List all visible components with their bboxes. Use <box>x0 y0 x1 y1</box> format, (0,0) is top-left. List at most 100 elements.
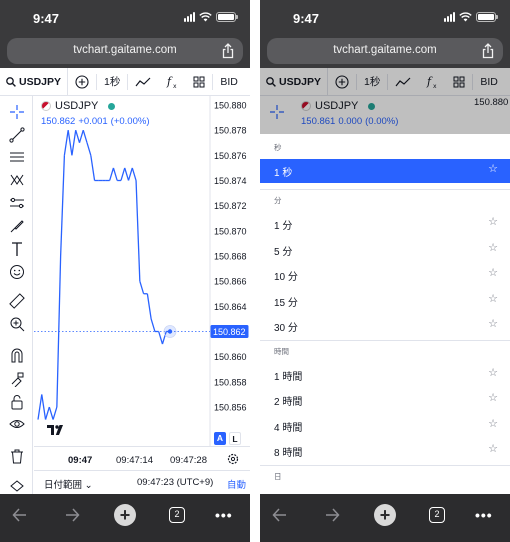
wifi-icon <box>199 12 212 22</box>
price-line-segment <box>135 180 141 282</box>
symbol-search-button[interactable]: USDJPY <box>0 67 69 96</box>
interval-option[interactable]: 10 分 ☆ <box>260 263 510 287</box>
favorite-star-icon[interactable]: ☆ <box>488 442 498 455</box>
emoji-icon[interactable] <box>9 264 25 280</box>
favorite-star-icon[interactable]: ☆ <box>488 266 498 279</box>
trash-icon[interactable] <box>9 448 25 464</box>
add-symbol-button[interactable] <box>68 68 96 96</box>
favorite-star-icon[interactable]: ☆ <box>488 241 498 254</box>
layout-button[interactable] <box>186 68 212 96</box>
auto-scale-toggle[interactable]: 自動 <box>227 477 246 491</box>
interval-option[interactable]: 1 秒 ☆ <box>260 159 510 183</box>
market-status-dot <box>108 102 116 110</box>
hide-toolbar-icon[interactable] <box>9 476 25 492</box>
zoom-in-icon[interactable] <box>9 316 25 332</box>
chart-area[interactable]: 150.880 150.878 150.876 150.874 150.872 150.8… <box>34 96 250 446</box>
horizontal-lines-icon[interactable] <box>9 149 25 165</box>
price-axis-label: 150.872 <box>214 201 247 211</box>
trend-line-icon[interactable] <box>9 127 25 143</box>
ruler-icon[interactable] <box>9 293 25 309</box>
share-icon[interactable] <box>481 43 495 59</box>
text-icon[interactable] <box>9 241 25 257</box>
back-arrow-icon[interactable] <box>12 504 28 526</box>
favorite-star-icon[interactable]: ☆ <box>488 292 498 305</box>
price-line-segment <box>146 293 152 320</box>
favorite-star-icon[interactable]: ☆ <box>488 317 498 330</box>
lock-drawing-icon[interactable] <box>9 371 25 387</box>
price-chart[interactable]: 150.880 150.878 150.876 150.874 150.872 150.8… <box>34 96 250 446</box>
browser-chrome: 9:47 tvchart.gaitame.com <box>260 0 510 68</box>
favorite-star-icon[interactable]: ☆ <box>488 417 498 430</box>
share-icon[interactable] <box>221 43 235 59</box>
bottom-info-bar: 日付範囲 ⌄ 09:47:23 (UTC+9) 自動 <box>34 470 250 494</box>
browser-nav-bar: + 2 ••• <box>0 494 250 542</box>
interval-option[interactable]: 5 分 ☆ <box>260 238 510 262</box>
more-menu-button[interactable]: ••• <box>215 504 233 526</box>
new-tab-button[interactable]: + <box>374 504 396 526</box>
interval-option[interactable]: 4 時間 ☆ <box>260 414 510 438</box>
currency-flag-icon <box>41 101 51 111</box>
url-bar[interactable]: tvchart.gaitame.com <box>7 38 243 64</box>
interval-option-label: 8 時間 <box>274 448 303 459</box>
forward-arrow-icon[interactable] <box>64 504 80 526</box>
brush-icon[interactable] <box>9 218 25 234</box>
status-bar: 9:47 <box>260 0 510 34</box>
status-bar: 9:47 <box>0 0 250 34</box>
interval-option[interactable]: 1 分 ☆ <box>260 212 510 236</box>
svg-text:f: f <box>166 75 173 88</box>
price-line-segment <box>109 167 115 181</box>
pattern-icon[interactable] <box>9 172 25 188</box>
interval-button[interactable]: 1秒 <box>97 68 127 96</box>
favorite-star-icon[interactable]: ☆ <box>488 366 498 379</box>
indicators-button[interactable]: fx <box>158 68 186 96</box>
interval-option[interactable]: 15 分 ☆ <box>260 289 510 313</box>
section-title: 秒 <box>274 143 282 152</box>
chart-toolbar: USDJPY 1秒 fx BID <box>0 67 250 96</box>
section-title: 時間 <box>274 346 289 356</box>
interval-option-label: 4 時間 <box>274 422 303 434</box>
interval-option[interactable]: 30 分 ☆ <box>260 314 510 338</box>
price-line-segment <box>112 167 118 181</box>
interval-option[interactable]: 2 時間 ☆ <box>260 388 510 412</box>
time-axis-label: 09:47:14 <box>116 455 153 466</box>
measure-icon[interactable] <box>9 195 25 211</box>
eye-icon[interactable] <box>9 416 25 432</box>
plus-icon: + <box>114 504 136 526</box>
log-scale-button[interactable]: L <box>229 432 241 445</box>
interval-option-label: 10 分 <box>274 272 298 283</box>
phone-chart-view: 9:47 tvchart.gaitame.com USDJPY 1秒 fx BI… <box>0 0 250 542</box>
price-type-button[interactable]: BID <box>213 68 245 96</box>
time-axis-label: 09:47 <box>68 455 93 466</box>
interval-option[interactable]: 1 時間 ☆ <box>260 363 510 387</box>
magnet-icon[interactable] <box>9 347 25 363</box>
timezone-clock[interactable]: 09:47:23 (UTC+9) <box>137 477 213 488</box>
interval-option[interactable]: 8 時間 ☆ <box>260 439 510 463</box>
forward-arrow-icon[interactable] <box>324 504 340 526</box>
tabs-button[interactable]: 2 <box>429 504 445 526</box>
price-line-segment <box>67 130 73 156</box>
favorite-star-icon[interactable]: ☆ <box>488 215 498 228</box>
lock-icon[interactable] <box>9 394 25 410</box>
url-bar[interactable]: tvchart.gaitame.com <box>267 38 503 64</box>
date-range-label: 日付範囲 <box>44 480 83 491</box>
tabs-button[interactable]: 2 <box>169 504 185 526</box>
modal-backdrop[interactable] <box>260 68 510 134</box>
signal-icon <box>184 12 195 22</box>
price-line-segment <box>124 167 130 181</box>
favorite-star-icon[interactable]: ☆ <box>488 162 498 175</box>
chart-type-button[interactable] <box>128 68 158 96</box>
section-title: 分 <box>274 196 282 205</box>
more-menu-button[interactable]: ••• <box>475 504 493 526</box>
new-tab-button[interactable]: + <box>114 504 136 526</box>
time-axis: 09:47 09:47:14 09:47:28 <box>34 446 250 470</box>
favorite-star-icon[interactable]: ☆ <box>488 391 498 404</box>
auto-scale-button[interactable]: A <box>214 432 226 445</box>
gear-icon[interactable] <box>227 453 239 465</box>
phone-interval-menu-view: 9:47 tvchart.gaitame.com USDJPY 1秒 fx BI… <box>260 0 510 542</box>
legend-symbol: USDJPY <box>55 100 99 112</box>
price-axis-label: 150.858 <box>214 377 247 387</box>
date-range-button[interactable]: 日付範囲 ⌄ <box>44 477 93 491</box>
back-arrow-icon[interactable] <box>272 504 288 526</box>
crosshair-icon[interactable] <box>9 104 25 120</box>
interval-option-label: 5 分 <box>274 246 293 258</box>
